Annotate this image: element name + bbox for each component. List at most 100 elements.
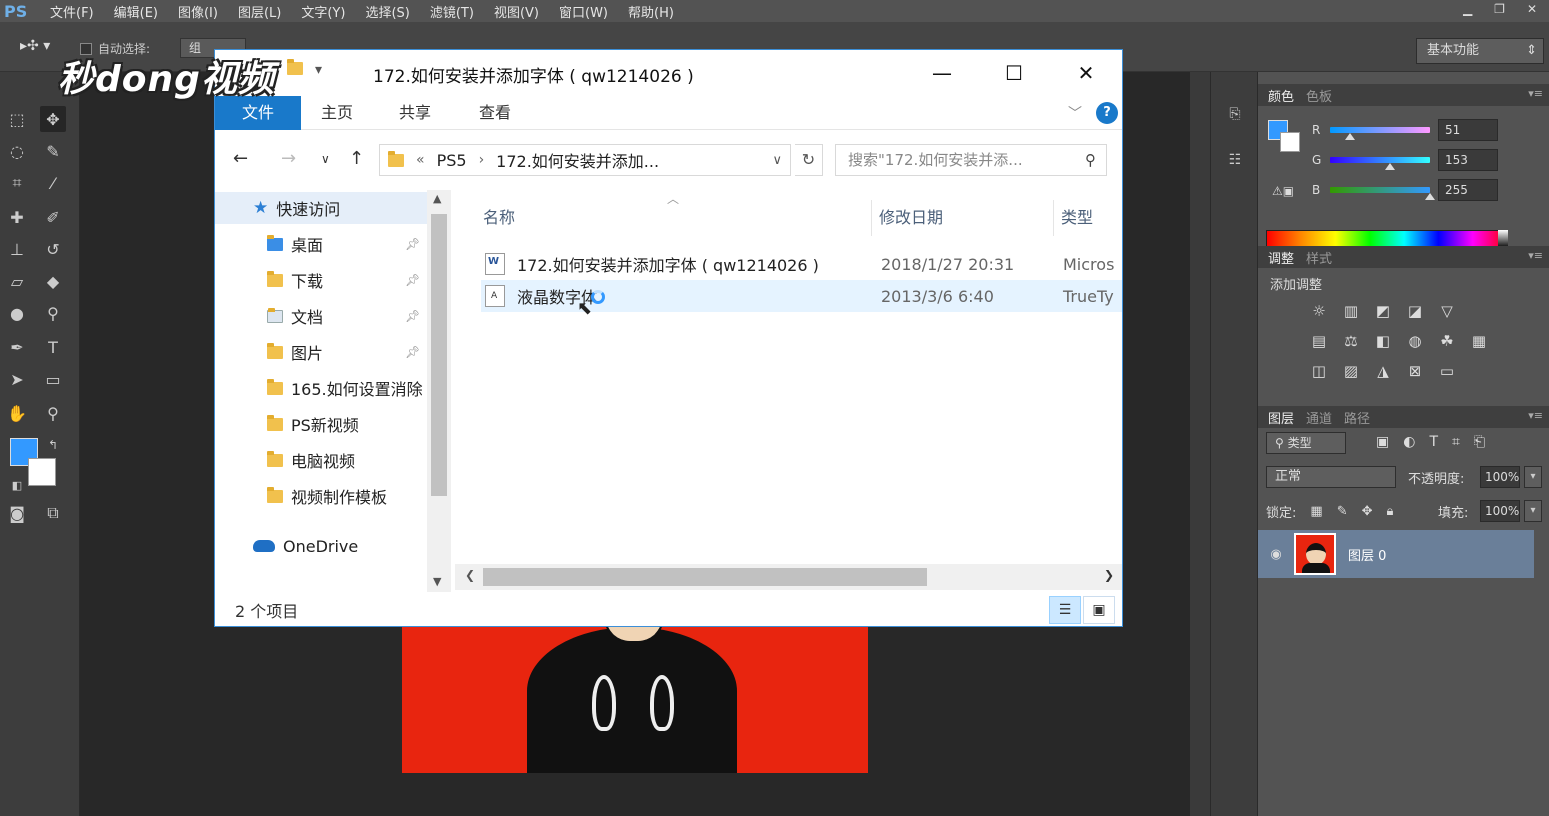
- horizontal-scrollbar[interactable]: ❮ ❯: [455, 564, 1122, 590]
- menu-help[interactable]: 帮助(H): [628, 2, 674, 21]
- background-color-swatch[interactable]: [28, 458, 56, 486]
- path-select-icon[interactable]: ➤: [4, 366, 30, 392]
- r-thumb[interactable]: [1345, 133, 1355, 140]
- menu-image[interactable]: 图像(I): [178, 2, 218, 21]
- quick-mask-icon[interactable]: ◙: [4, 500, 30, 526]
- paint-bucket-icon[interactable]: ◆: [40, 268, 66, 294]
- selective-color-icon[interactable]: ⊠: [1400, 362, 1430, 380]
- slider-b[interactable]: B 255: [1312, 179, 1542, 201]
- column-divider[interactable]: [871, 200, 872, 236]
- column-divider[interactable]: [1053, 200, 1054, 236]
- file-row[interactable]: 172.如何安装并添加字体 ( qw1214026 ) 2018/1/27 20…: [481, 248, 1122, 280]
- tab-layers[interactable]: 图层: [1268, 408, 1294, 427]
- history-panel-icon[interactable]: ⎘: [1225, 106, 1245, 126]
- hand-tool-icon[interactable]: ✋: [4, 400, 30, 426]
- scroll-right-icon[interactable]: ❯: [1104, 568, 1114, 582]
- eye-icon[interactable]: ◉: [1258, 547, 1294, 562]
- panel-menu-icon[interactable]: ▾≡: [1528, 87, 1543, 100]
- screen-mode-icon[interactable]: ⧉: [40, 500, 66, 526]
- r-track[interactable]: [1330, 127, 1430, 140]
- bw-icon[interactable]: ◧: [1368, 332, 1398, 350]
- menu-file[interactable]: 文件(F): [50, 2, 94, 21]
- menu-view[interactable]: 视图(V): [494, 2, 539, 21]
- fill-dropdown-icon[interactable]: ▾: [1524, 500, 1542, 522]
- recent-dropdown-icon[interactable]: ∨: [321, 152, 330, 166]
- menu-type[interactable]: 文字(Y): [301, 2, 345, 21]
- rectangle-tool-icon[interactable]: ▭: [40, 366, 66, 392]
- brush-tool-icon[interactable]: ✐: [40, 204, 66, 230]
- lock-all-icon[interactable]: 🔒︎: [1387, 504, 1394, 519]
- search-input[interactable]: 搜索"172.如何安装并添... ⚲: [835, 144, 1107, 176]
- pin-icon[interactable]: 📌︎: [405, 309, 420, 323]
- search-icon[interactable]: ⚲: [1085, 145, 1096, 175]
- levels-icon[interactable]: ▥: [1336, 302, 1366, 320]
- menu-filter[interactable]: 滤镜(T): [430, 2, 474, 21]
- up-arrow-icon[interactable]: ↑: [349, 148, 364, 169]
- exposure-icon[interactable]: ◪: [1400, 302, 1430, 320]
- nav-quick-access[interactable]: ★ 快速访问: [215, 192, 427, 224]
- column-header-date[interactable]: 修改日期: [879, 200, 943, 236]
- color-balance-icon[interactable]: ⚖: [1336, 332, 1366, 350]
- chevron-down-icon[interactable]: ﹀: [1068, 103, 1082, 123]
- nav-item-pc-videos[interactable]: 电脑视频: [267, 444, 427, 476]
- restore-icon[interactable]: ❐: [1494, 2, 1505, 16]
- blend-mode-dropdown[interactable]: 正常: [1266, 466, 1396, 488]
- move-tool-icon[interactable]: ▸✣ ▾: [20, 38, 50, 54]
- nav-item-documents[interactable]: 文档 📌︎: [267, 300, 427, 332]
- layer-row[interactable]: ◉ 图层 0: [1258, 530, 1534, 578]
- nav-item-pictures[interactable]: 图片 📌︎: [267, 336, 427, 368]
- g-track[interactable]: [1330, 157, 1430, 170]
- smart-filter-icon[interactable]: ⎗: [1474, 434, 1485, 450]
- eraser-icon[interactable]: ▱: [4, 268, 30, 294]
- invert-icon[interactable]: ◫: [1304, 362, 1334, 380]
- menu-edit[interactable]: 编辑(E): [114, 2, 158, 21]
- minimize-icon[interactable]: ▁: [1463, 2, 1472, 16]
- back-arrow-icon[interactable]: ←: [233, 148, 248, 169]
- pin-icon[interactable]: 📌︎: [405, 345, 420, 359]
- g-thumb[interactable]: [1385, 163, 1395, 170]
- lasso-tool-icon[interactable]: ◌: [4, 138, 30, 164]
- history-brush-icon[interactable]: ↺: [40, 236, 66, 262]
- nav-scrollbar[interactable]: ▲ ▼: [427, 190, 451, 592]
- ribbon-tab-home[interactable]: 主页: [321, 96, 353, 130]
- h-scroll-thumb[interactable]: [483, 568, 927, 586]
- tab-swatches[interactable]: 色板: [1306, 86, 1332, 105]
- ribbon-tab-share[interactable]: 共享: [399, 96, 431, 130]
- lock-pixels-icon[interactable]: ▦: [1310, 504, 1322, 519]
- g-value[interactable]: 153: [1438, 149, 1498, 171]
- layer-name[interactable]: 图层 0: [1348, 545, 1386, 564]
- folder-icon[interactable]: [287, 59, 303, 75]
- close-icon[interactable]: ✕: [1050, 50, 1122, 96]
- photo-filter-icon[interactable]: ◍: [1400, 332, 1430, 350]
- type-filter-icon[interactable]: T: [1429, 434, 1438, 450]
- close-icon[interactable]: ✕: [1527, 2, 1537, 16]
- posterize-icon[interactable]: ▨: [1336, 362, 1366, 380]
- slider-g[interactable]: G 153: [1312, 149, 1542, 171]
- workspace-switcher[interactable]: 基本功能 ⇕: [1416, 38, 1544, 64]
- color-lookup-icon[interactable]: ▦: [1464, 332, 1494, 350]
- qat-dropdown-icon[interactable]: ▾: [315, 62, 322, 78]
- nav-item-downloads[interactable]: 下载 📌︎: [267, 264, 427, 296]
- address-dropdown-icon[interactable]: ∨: [772, 153, 782, 168]
- pin-icon[interactable]: 📌︎: [405, 237, 420, 251]
- r-value[interactable]: 51: [1438, 119, 1498, 141]
- details-view-icon[interactable]: ☰: [1049, 596, 1081, 624]
- nav-item-desktop[interactable]: 桌面 📌︎: [267, 228, 427, 260]
- tab-paths[interactable]: 路径: [1344, 408, 1370, 427]
- swap-colors-icon[interactable]: ↰: [40, 432, 66, 458]
- column-header-type[interactable]: 类型: [1061, 200, 1093, 236]
- forward-arrow-icon[interactable]: →: [281, 148, 296, 169]
- crop-tool-icon[interactable]: ⌗: [4, 170, 30, 196]
- tab-channels[interactable]: 通道: [1306, 408, 1332, 427]
- quick-select-icon[interactable]: ✎: [40, 138, 66, 164]
- slider-r[interactable]: R 51: [1312, 119, 1542, 141]
- menu-select[interactable]: 选择(S): [365, 2, 409, 21]
- panel-menu-icon[interactable]: ▾≡: [1528, 249, 1543, 262]
- adjust-filter-icon[interactable]: ◐: [1403, 434, 1415, 450]
- panel-menu-icon[interactable]: ▾≡: [1528, 409, 1543, 422]
- large-icons-view-icon[interactable]: ▣: [1083, 596, 1115, 624]
- breadcrumb-separator-icon[interactable]: ›: [479, 152, 485, 168]
- scroll-left-icon[interactable]: ❮: [465, 568, 475, 582]
- brightness-icon[interactable]: ☼: [1304, 302, 1334, 320]
- pin-icon[interactable]: 📌︎: [405, 273, 420, 287]
